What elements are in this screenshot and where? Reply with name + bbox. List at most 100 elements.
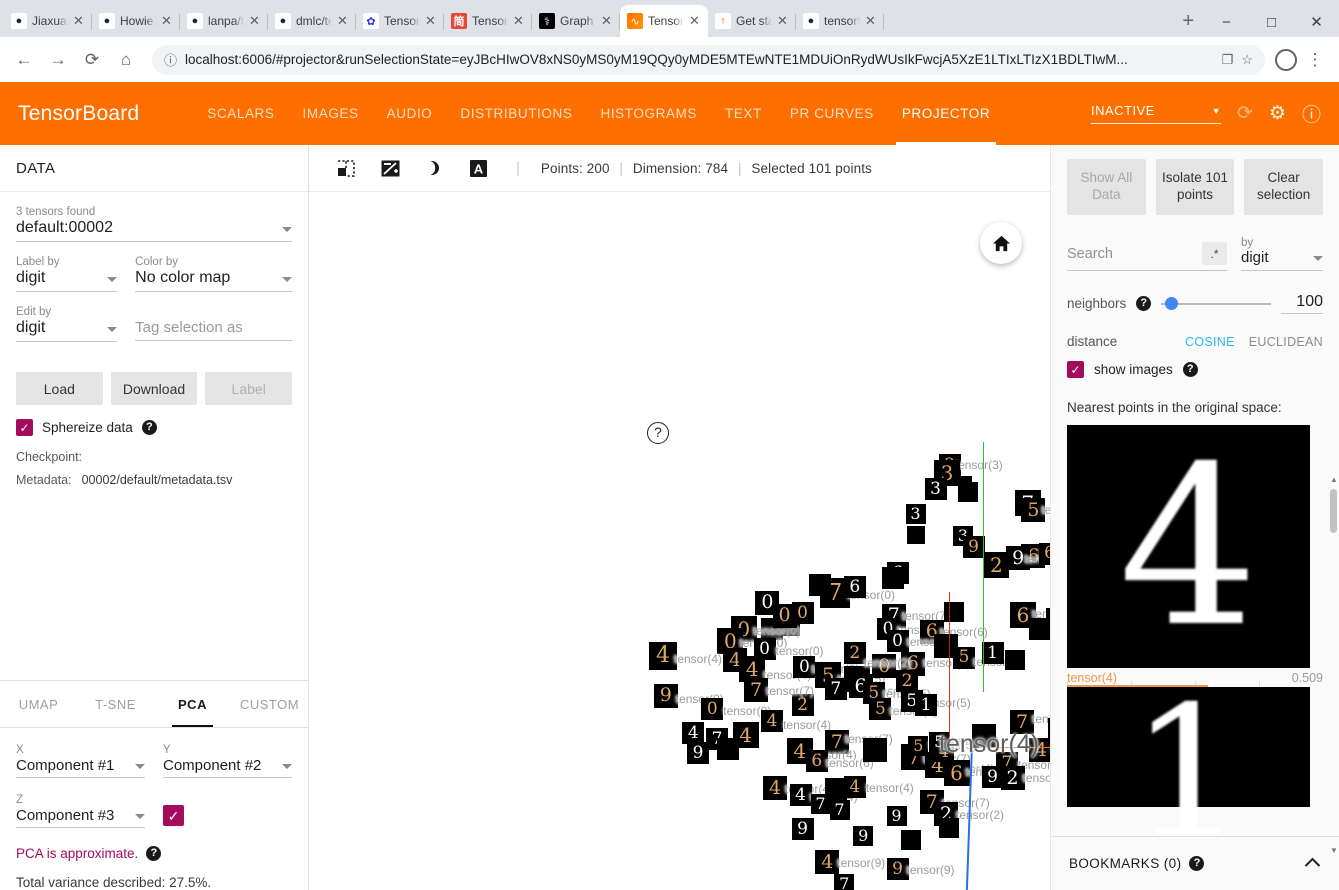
scatter-point-sprite[interactable]: 3 <box>924 478 947 500</box>
tab-t-sne[interactable]: T-SNE <box>77 681 154 727</box>
inspector-scrollbar[interactable]: ▲ ▼ <box>1330 475 1338 855</box>
nav-item-audio[interactable]: AUDIO <box>373 82 447 145</box>
pca-y-field[interactable]: Y Component #2 <box>163 744 292 778</box>
close-icon[interactable]: ✕ <box>337 13 349 29</box>
distance-euclidean-option[interactable]: EUCLIDEAN <box>1249 335 1323 349</box>
scatter-point-sprite[interactable]: 2 <box>843 642 866 664</box>
tensor-select-field[interactable]: 3 tensors found default:00002 <box>16 206 292 242</box>
close-icon[interactable]: ✕ <box>161 13 173 29</box>
scatter-point-sprite[interactable]: 5 <box>953 646 975 669</box>
browser-tab[interactable]: ● tensorflo ✕ <box>796 5 884 37</box>
browser-tab[interactable]: ● HowieXue ✕ <box>92 5 180 37</box>
scatter-point-sprite[interactable] <box>907 526 926 544</box>
back-icon[interactable]: ← <box>8 44 40 76</box>
scatter-point-sprite[interactable]: 2 <box>896 670 918 692</box>
bookmarks-bar[interactable]: BOOKMARKS (0) ? <box>1051 836 1339 890</box>
scatter-point-sprite[interactable]: 7 <box>829 800 850 821</box>
address-bar[interactable]: ⓘ localhost:6006/#projector&runSelection… <box>152 44 1265 75</box>
scatter-plot-canvas[interactable]: 2tensor(3)333375tensor(5)6926tensor(6)9t… <box>309 192 1050 890</box>
browser-tab[interactable]: 简 TensorB ✕ <box>444 5 532 37</box>
window-minimize-button[interactable]: − <box>1204 7 1249 37</box>
close-icon[interactable]: ✕ <box>73 13 85 29</box>
site-info-icon[interactable]: ⓘ <box>164 50 177 69</box>
browser-tab[interactable]: ∿ TensorB ✕ <box>620 5 708 37</box>
scatter-point-sprite[interactable] <box>881 566 904 589</box>
show-all-data-button[interactable]: Show All Data <box>1067 159 1146 215</box>
scatter-point-sprite[interactable]: 6 <box>805 750 828 772</box>
new-tab-button[interactable]: + <box>1172 10 1204 37</box>
scatter-point-sprite[interactable]: 0 <box>791 602 814 624</box>
scatter-point-sprite[interactable]: 9 <box>653 683 678 708</box>
scatter-point-sprite[interactable] <box>862 738 887 762</box>
close-icon[interactable]: ✕ <box>425 13 437 29</box>
pca-z-checkbox[interactable]: ✓ <box>163 805 184 826</box>
window-maximize-button[interactable]: □ <box>1249 7 1294 37</box>
color-by-field[interactable]: Color by No color map <box>135 256 292 292</box>
close-icon[interactable]: ✕ <box>777 13 789 29</box>
bookmark-star-icon[interactable]: ☆ <box>1241 52 1253 68</box>
isolate-points-button[interactable]: Isolate 101 points <box>1155 159 1235 215</box>
question-mark-icon[interactable]: ? <box>141 420 157 435</box>
scatter-point-sprite[interactable]: 9 <box>791 818 814 840</box>
help-icon[interactable]: ⓘ <box>1302 100 1321 127</box>
scatter-point-sprite[interactable]: 1 <box>981 642 1004 664</box>
scatter-point-sprite[interactable]: 9 <box>886 806 907 826</box>
neighbor-thumbnail[interactable]: 1 <box>1067 682 1310 836</box>
scatter-point-sprite[interactable]: 5 <box>908 736 929 757</box>
browser-tab[interactable]: ● lanpa/te ✕ <box>180 5 268 37</box>
scatter-point-sprite[interactable]: 9 <box>981 766 1004 788</box>
scatter-point-sprite[interactable]: 6 <box>843 576 866 599</box>
forward-icon[interactable]: → <box>42 44 74 76</box>
scatter-point-sprite[interactable]: 2 <box>1000 766 1025 790</box>
scatter-point-sprite[interactable]: 9 <box>962 536 985 559</box>
scatter-point-sprite[interactable]: 9 <box>853 826 874 846</box>
scatter-point-sprite[interactable]: 6 <box>1038 542 1050 565</box>
tab-umap[interactable]: UMAP <box>0 681 77 727</box>
scatter-point-sprite[interactable]: 7 <box>810 794 831 814</box>
neighbors-value-input[interactable]: 100 <box>1281 293 1323 314</box>
scatter-help-icon[interactable]: ? <box>647 422 669 444</box>
scatter-point-sprite[interactable]: 7 <box>744 678 768 702</box>
browser-tab[interactable]: ● dmlc/te ✕ <box>268 5 356 37</box>
scatter-point-sprite[interactable]: 4 <box>761 710 784 732</box>
list-item[interactable]: 4 tensor(4) 0.509 <box>1067 425 1323 687</box>
scatter-point-sprite[interactable]: 9 <box>687 742 709 764</box>
tab-custom[interactable]: CUSTOM <box>231 681 308 727</box>
clear-selection-button[interactable]: Clear selection <box>1244 159 1324 215</box>
tag-selection-input[interactable]: Tag selection as <box>135 319 292 341</box>
scatter-point-sprite[interactable] <box>938 818 959 838</box>
edit-by-field[interactable]: Edit by digit <box>16 306 118 342</box>
nav-item-distributions[interactable]: DISTRIBUTIONS <box>446 82 586 145</box>
nav-item-images[interactable]: IMAGES <box>289 82 373 145</box>
scatter-point-sprite[interactable] <box>1005 650 1026 670</box>
list-item[interactable]: 1 <box>1067 682 1323 836</box>
refresh-icon[interactable]: ⟳ <box>1237 102 1253 125</box>
download-button[interactable]: Download <box>110 372 198 405</box>
show-images-row[interactable]: ✓ show images ? <box>1051 349 1339 378</box>
night-mode-icon[interactable] <box>423 157 446 180</box>
pca-x-field[interactable]: X Component #1 <box>16 744 145 778</box>
browser-tab[interactable]: ⚕ Graph C ✕ <box>532 5 620 37</box>
scatter-point-sprite[interactable]: 7 <box>824 678 847 700</box>
scatter-point-sprite[interactable]: 4 <box>815 850 840 874</box>
reset-view-home-icon[interactable] <box>980 222 1022 264</box>
close-icon[interactable]: ✕ <box>513 13 525 29</box>
pca-z-field[interactable]: Z Component #3 <box>16 794 145 828</box>
scatter-point-sprite[interactable] <box>808 574 831 596</box>
projection-tabs[interactable]: UMAP T-SNE PCA CUSTOM <box>0 680 308 728</box>
question-mark-icon[interactable]: ? <box>1189 856 1205 871</box>
search-field[interactable]: Search .* <box>1067 242 1227 271</box>
close-icon[interactable]: ✕ <box>865 13 877 29</box>
search-by-field[interactable]: by digit <box>1241 237 1323 271</box>
close-icon[interactable]: ✕ <box>689 13 701 29</box>
scatter-point-sprite[interactable]: 7 <box>834 874 855 890</box>
load-button[interactable]: Load <box>16 372 103 405</box>
scrollbar-thumb[interactable] <box>1330 489 1337 533</box>
scatter-point-sprite[interactable] <box>957 475 972 490</box>
scatter-point-sprite[interactable]: 0 <box>753 638 776 660</box>
show-images-checkbox[interactable]: ✓ <box>1067 361 1084 378</box>
browser-menu-icon[interactable]: ⋮ <box>1299 44 1331 76</box>
nav-item-histograms[interactable]: HISTOGRAMS <box>586 82 711 145</box>
scroll-down-arrow-icon[interactable]: ▼ <box>1330 846 1338 855</box>
window-close-button[interactable]: ✕ <box>1294 7 1339 37</box>
